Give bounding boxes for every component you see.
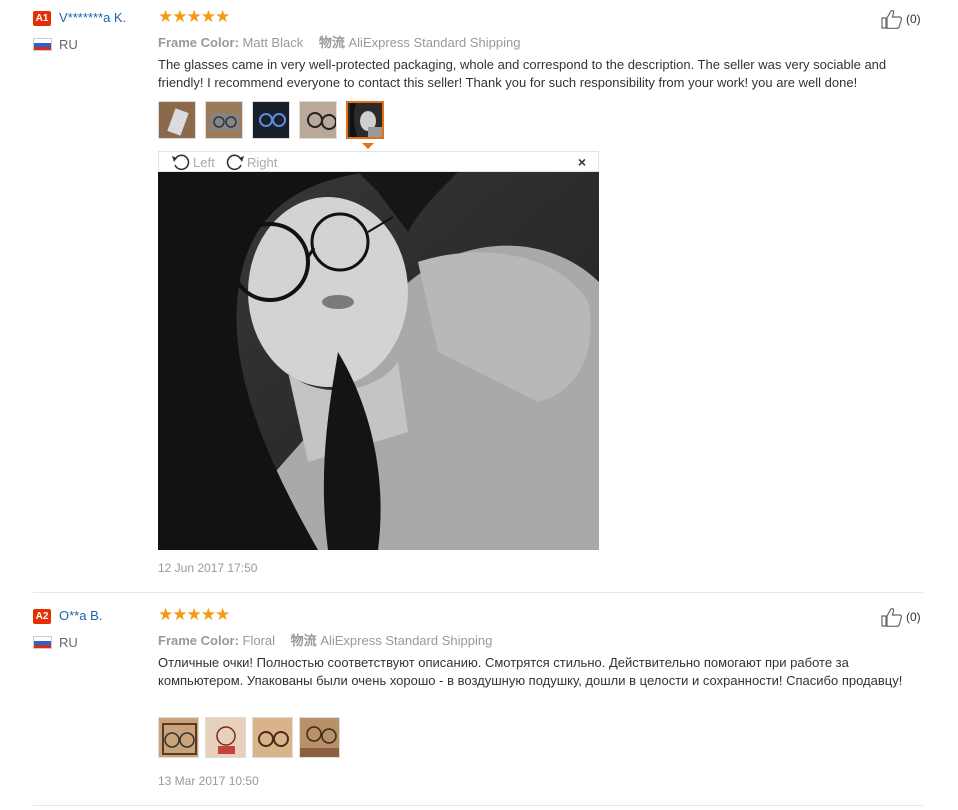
- attribute-label: Frame Color:: [158, 633, 239, 648]
- shipping-label: 物流: [318, 35, 345, 50]
- review-divider: [33, 592, 923, 593]
- russia-flag-icon: [33, 636, 52, 649]
- review-photo-list: [158, 101, 393, 139]
- reviewer-country: RU: [59, 635, 78, 650]
- helpful-count: (0): [906, 12, 921, 26]
- photo-viewer-toolbar: Left Right ×: [158, 151, 599, 172]
- shipping-value: AliExpress Standard Shipping: [320, 633, 493, 648]
- reviewer-name: O**a B.: [59, 608, 103, 623]
- buyer-level-badge: A2: [33, 609, 51, 624]
- expanded-review-photo: [158, 172, 599, 550]
- rotate-right-label: Right: [247, 154, 278, 170]
- thumbs-up-icon: [881, 10, 902, 29]
- rotate-left-icon: [172, 154, 190, 171]
- close-viewer-button[interactable]: ×: [578, 154, 586, 170]
- reviewer-country: RU: [59, 37, 78, 52]
- review-photo-thumbnail[interactable]: [205, 717, 246, 758]
- review-text: Отличные очки! Полностью соответствуют о…: [158, 655, 903, 688]
- buyer-level-badge: A1: [33, 11, 51, 26]
- review-photo-thumbnail[interactable]: [252, 717, 293, 758]
- review-photo-thumbnail[interactable]: [299, 717, 340, 758]
- review-attributes: Frame Color: Matt Black 物流 AliExpress St…: [158, 32, 520, 51]
- attribute-value: Floral: [242, 633, 276, 648]
- rotate-left-label: Left: [193, 154, 215, 170]
- shipping-label: 物流: [290, 633, 317, 648]
- review-photo-thumbnail[interactable]: [205, 101, 243, 139]
- russia-flag-icon: [33, 38, 52, 51]
- rotate-left-button[interactable]: Left: [171, 153, 215, 171]
- review-photo-list: [158, 717, 346, 758]
- helpful-button[interactable]: (0): [880, 9, 921, 29]
- selected-photo-pointer: [362, 143, 374, 149]
- star-rating: ★★★★★: [158, 7, 230, 26]
- review-photo-thumbnail[interactable]: [158, 101, 196, 139]
- review-photo-thumbnail[interactable]: [299, 101, 337, 139]
- attribute-label: Frame Color:: [158, 35, 239, 50]
- thumbs-up-icon: [881, 608, 902, 627]
- review-date: 12 Jun 2017 17:50: [158, 561, 258, 575]
- review-attributes: Frame Color: Floral 物流 AliExpress Standa…: [158, 630, 492, 649]
- reviewer-name: V*******a K.: [59, 10, 127, 25]
- review-photo-thumbnail-selected[interactable]: [346, 101, 384, 139]
- review-divider: [33, 805, 923, 806]
- helpful-button[interactable]: (0): [880, 607, 921, 627]
- star-rating: ★★★★★: [158, 605, 230, 624]
- review-date: 13 Mar 2017 10:50: [158, 774, 259, 788]
- rotate-right-button[interactable]: Right: [225, 153, 277, 171]
- helpful-count: (0): [906, 610, 921, 624]
- review-photo-thumbnail[interactable]: [158, 717, 199, 758]
- shipping-value: AliExpress Standard Shipping: [348, 35, 521, 50]
- rotate-right-icon: [226, 154, 244, 171]
- attribute-value: Matt Black: [242, 35, 304, 50]
- review-photo-thumbnail[interactable]: [252, 101, 290, 139]
- review-text: The glasses came in very well-protected …: [158, 57, 887, 90]
